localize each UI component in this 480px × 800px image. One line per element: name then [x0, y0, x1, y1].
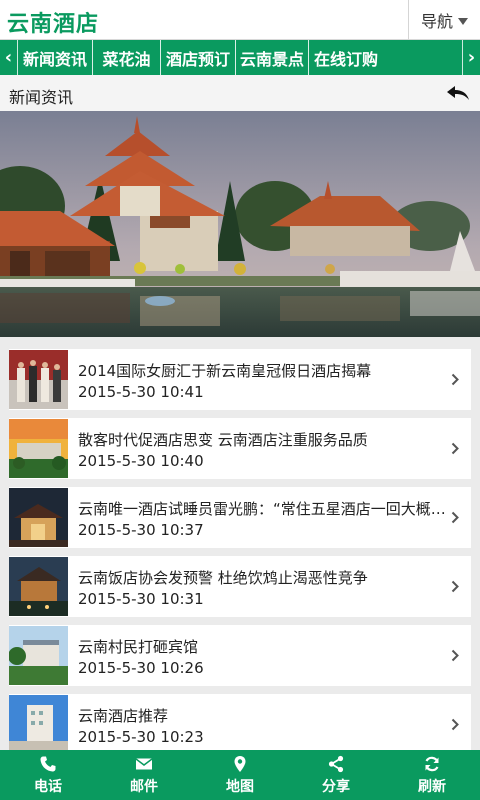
news-list: 2014国际女厨汇于新云南皇冠假日酒店揭幕 2015-5-30 10:41 散客… [9, 349, 471, 763]
caret-down-icon [458, 17, 468, 25]
section-header: 新闻资讯 [0, 75, 480, 111]
news-title: 云南饭店协会发预警 杜绝饮鸩止渴恶性竞争 [78, 569, 368, 587]
app-header: 云南酒店 导航 [0, 0, 480, 40]
chevron-right-icon [451, 511, 459, 524]
bottom-nav-map[interactable]: 地图 [192, 750, 288, 800]
bottom-nav-label: 邮件 [130, 778, 158, 795]
category-tab-news[interactable]: 新闻资讯 [18, 40, 93, 75]
news-item[interactable]: 云南唯一酒店试睡员雷光鹏：“常住五星酒店一回大概要花费多少钱” 2015-5-3… [9, 487, 471, 548]
banner-illustration [0, 111, 480, 337]
section-title: 新闻资讯 [9, 88, 74, 107]
category-tab-hotel-booking[interactable]: 酒店预订 [161, 40, 236, 75]
category-bar: ‹ 新闻资讯 菜花油 酒店预订 云南景点 在线订购 › [0, 40, 480, 75]
news-item[interactable]: 散客时代促酒店思变 云南酒店注重服务品质 2015-5-30 10:40 [9, 418, 471, 479]
chevron-right-icon [451, 373, 459, 386]
news-title: 云南唯一酒店试睡员雷光鹏：“常住五星酒店一回大概要花费多少钱” [78, 500, 450, 518]
news-thumbnail [9, 695, 68, 754]
news-title: 散客时代促酒店思变 云南酒店注重服务品质 [78, 431, 368, 449]
bottom-nav-phone[interactable]: 电话 [0, 750, 96, 800]
news-item[interactable]: 云南村民打砸宾馆 2015-5-30 10:26 [9, 625, 471, 686]
news-date: 2015-5-30 10:40 [78, 452, 204, 470]
bottom-nav-label: 分享 [322, 778, 350, 795]
news-date: 2015-5-30 10:26 [78, 659, 204, 677]
news-title: 2014国际女厨汇于新云南皇冠假日酒店揭幕 [78, 362, 372, 380]
bottom-nav-label: 地图 [226, 778, 254, 795]
chevron-right-icon [451, 442, 459, 455]
news-date: 2015-5-30 10:31 [78, 590, 204, 608]
news-item[interactable]: 云南饭店协会发预警 杜绝饮鸩止渴恶性竞争 2015-5-30 10:31 [9, 556, 471, 617]
chevron-right-icon [451, 718, 459, 731]
back-arrow-icon[interactable] [446, 85, 470, 101]
news-thumbnail [9, 419, 68, 478]
news-title: 云南酒店推荐 [78, 707, 169, 725]
bottom-nav-label: 刷新 [418, 778, 446, 795]
news-date: 2015-5-30 10:37 [78, 521, 204, 539]
share-icon [328, 755, 344, 772]
refresh-icon [425, 756, 439, 771]
category-tab-attractions[interactable]: 云南景点 [236, 40, 309, 75]
news-thumbnail [9, 557, 68, 616]
bottom-nav-bar: 电话 邮件 地图 分享 刷新 [0, 750, 480, 800]
news-thumbnail [9, 350, 68, 409]
bottom-nav-share[interactable]: 分享 [288, 750, 384, 800]
news-date: 2015-5-30 10:41 [78, 383, 204, 401]
site-logo[interactable]: 云南酒店 [7, 6, 99, 38]
category-list: 新闻资讯 菜花油 酒店预订 云南景点 在线订购 [18, 40, 460, 75]
category-tab-rapeseed-oil[interactable]: 菜花油 [93, 40, 161, 75]
phone-icon [40, 756, 56, 771]
news-item[interactable]: 2014国际女厨汇于新云南皇冠假日酒店揭幕 2015-5-30 10:41 [9, 349, 471, 410]
chevron-left-icon[interactable]: ‹ [0, 40, 18, 75]
chevron-right-icon [451, 649, 459, 662]
map-pin-icon [234, 755, 246, 772]
chevron-right-icon [451, 580, 459, 593]
news-date: 2015-5-30 10:23 [78, 728, 204, 746]
news-thumbnail [9, 626, 68, 685]
news-item[interactable]: 云南酒店推荐 2015-5-30 10:23 [9, 694, 471, 755]
bottom-nav-label: 电话 [34, 778, 62, 795]
bottom-nav-refresh[interactable]: 刷新 [384, 750, 480, 800]
nav-menu-label: 导航 [420, 12, 453, 31]
news-title: 云南村民打砸宾馆 [78, 638, 199, 656]
news-thumbnail [9, 488, 68, 547]
hero-banner-image[interactable] [0, 111, 480, 337]
bottom-nav-mail[interactable]: 邮件 [96, 750, 192, 800]
nav-menu-button[interactable]: 导航 [408, 0, 480, 40]
chevron-right-icon[interactable]: › [462, 40, 480, 75]
mail-icon [135, 757, 153, 769]
category-tab-online-order[interactable]: 在线订购 [309, 40, 460, 75]
